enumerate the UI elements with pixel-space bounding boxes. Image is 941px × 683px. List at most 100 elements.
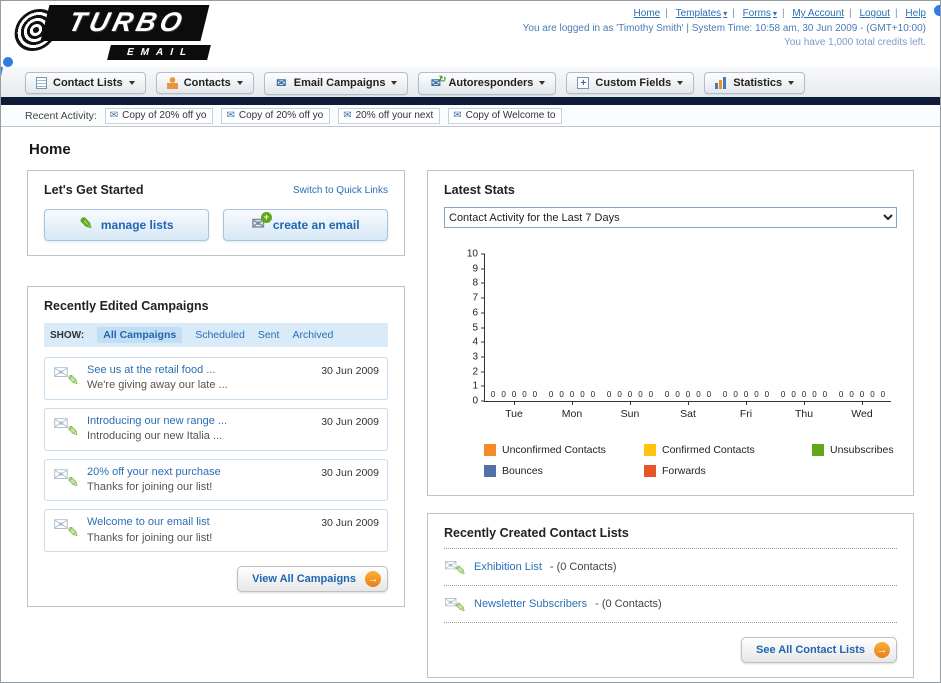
main-nav: Contact Lists Contacts ✉ Email Campaigns… — [1, 67, 940, 97]
contact-list-item[interactable]: ✉ ✎ Newsletter Subscribers - (0 Contacts) — [444, 586, 897, 623]
nav-link-label: Templates — [675, 8, 722, 19]
view-all-campaigns-button[interactable]: View All Campaigns → — [237, 566, 388, 593]
campaign-list-item[interactable]: ✉ ✎ 20% off your next purchase Thanks for… — [44, 458, 388, 502]
refresh-icon: ↻ — [438, 73, 447, 84]
nav-link-my-account[interactable]: My Account — [792, 8, 844, 19]
nav-link-templates[interactable]: Templates ▾ — [676, 8, 728, 19]
bar-value-label: 0 — [522, 390, 527, 399]
recent-activity-item[interactable]: ✉ Copy of 20% off yo — [104, 107, 214, 124]
nav-link-home[interactable]: Home — [634, 8, 661, 19]
campaign-list-item[interactable]: ✉ ✎ Introducing our new range ... Introdu… — [44, 407, 388, 451]
chart-group: 0 0 0 0 0 Thu — [775, 254, 833, 420]
contact-list-item[interactable]: ✉ ✎ Exhibition List - (0 Contacts) — [444, 549, 897, 586]
filter-tab-sent[interactable]: Sent — [258, 329, 280, 341]
nav-link-forms[interactable]: Forms ▾ — [743, 8, 777, 19]
nav-link-logout[interactable]: Logout — [859, 8, 890, 19]
button-label: create an email — [272, 218, 360, 232]
tab-email-campaigns[interactable]: ✉ Email Campaigns — [263, 71, 409, 95]
tab-statistics[interactable]: Statistics — [704, 72, 806, 94]
filter-tab-archived[interactable]: Archived — [292, 329, 333, 341]
y-axis-tick: 1 — [449, 381, 485, 392]
campaign-list-item[interactable]: ✉ ✎ See us at the retail food ... We're g… — [44, 357, 388, 400]
panel-title: Let's Get Started — [44, 183, 144, 197]
pencil-icon: ✎ — [67, 372, 79, 388]
legend-item: Forwards — [644, 465, 802, 477]
page-title: Home — [29, 141, 71, 158]
button-label: See All Contact Lists — [755, 644, 865, 656]
pencil-icon: ✎ — [455, 563, 466, 578]
bar-value-label: 0 — [743, 390, 749, 399]
legend-item: Unconfirmed Contacts — [484, 444, 634, 456]
chart-group: 0 0 0 0 0 Wed — [833, 254, 891, 420]
stats-range-select[interactable]: Contact Activity for the Last 7 Days — [444, 207, 897, 228]
bar-value-label: 0 — [764, 390, 770, 399]
tab-contact-lists[interactable]: Contact Lists — [25, 72, 146, 94]
y-axis-tick: 9 — [449, 263, 485, 274]
campaign-date: 30 Jun 2009 — [321, 365, 379, 377]
x-axis-label: Sun — [620, 408, 640, 420]
campaign-title-link[interactable]: Introducing our new range ... — [87, 414, 313, 429]
nav-link-help[interactable]: Help — [905, 8, 926, 19]
manage-lists-button[interactable]: ✎ manage lists — [44, 209, 209, 241]
legend-item: Unsubscribes — [812, 444, 897, 456]
campaign-date: 30 Jun 2009 — [321, 517, 379, 530]
tab-label: Statistics — [733, 77, 783, 89]
see-all-contact-lists-button[interactable]: See All Contact Lists → — [740, 637, 897, 663]
create-email-button[interactable]: ✉ + create an email — [223, 209, 388, 241]
legend-label: Unconfirmed Contacts — [502, 444, 606, 456]
bar-value-label: 0 — [722, 390, 728, 399]
recent-activity-item-label: Copy of 20% off yo — [122, 110, 207, 121]
nav-link-label: Forms — [742, 8, 771, 19]
tab-label: Contact Lists — [53, 77, 123, 89]
latest-stats-panel: Latest Stats Contact Activity for the La… — [427, 170, 914, 496]
switch-quick-links-link[interactable]: Switch to Quick Links — [293, 185, 388, 196]
bar-value-label: 0 — [627, 390, 633, 399]
custom-fields-icon: + — [577, 77, 590, 89]
filter-tab-scheduled[interactable]: Scheduled — [195, 329, 245, 341]
tab-label: Custom Fields — [595, 77, 672, 89]
contact-list-count: - (0 Contacts) — [595, 598, 662, 610]
y-axis-tick: 10 — [449, 249, 485, 260]
y-axis-tick: 7 — [449, 293, 485, 304]
chart-legend: Unconfirmed Contacts Confirmed Contacts Un… — [484, 444, 897, 477]
bar-value-label: 0 — [822, 390, 828, 399]
y-axis-tick: 0 — [449, 396, 485, 407]
legend-label: Forwards — [662, 465, 706, 477]
legend-label: Unsubscribes — [830, 444, 894, 456]
x-axis-label: Sat — [680, 408, 696, 420]
chevron-down-icon — [788, 81, 795, 85]
arrow-right-icon: → — [874, 642, 890, 658]
filter-tab-all-campaigns[interactable]: All Campaigns — [97, 327, 183, 343]
y-axis-tick: 5 — [449, 322, 485, 333]
campaign-list-item[interactable]: ✉ ✎ Welcome to our email list Thanks for … — [44, 509, 388, 553]
chevron-down-icon — [236, 81, 243, 85]
contact-list-name-link[interactable]: Newsletter Subscribers — [474, 598, 587, 610]
chart-plot-area: 10 9 8 7 6 5 4 3 2 1 0 0 0 0 0 0 Tue 0 0 0 0 0 Mon 0 0 0 0 0 Sun 0 0 0… — [467, 249, 891, 420]
autoresponders-icon: ✉ ↻ — [430, 73, 447, 90]
email-icon: ✉ — [453, 109, 462, 121]
recent-activity-item[interactable]: ✉ Copy of 20% off yo — [221, 107, 331, 124]
campaign-title-link[interactable]: 20% off your next purchase — [87, 465, 313, 480]
tab-contacts[interactable]: Contacts — [155, 72, 254, 94]
recently-created-contact-lists-panel: Recently Created Contact Lists ✉ ✎ Exhibi… — [427, 513, 914, 678]
recent-activity-item[interactable]: ✉ 20% off your next — [338, 107, 441, 124]
tab-custom-fields[interactable]: + Custom Fields — [566, 72, 695, 94]
chevron-down-icon: ▾ — [723, 9, 728, 18]
bar-value-label: 0 — [580, 390, 585, 399]
contact-list-name-link[interactable]: Exhibition List — [474, 561, 542, 573]
recent-activity-item[interactable]: ✉ Copy of Welcome to — [448, 107, 563, 124]
main-content: Home Let's Get Started Switch to Quick L… — [1, 127, 940, 678]
campaign-title-link[interactable]: See us at the retail food ... — [87, 363, 313, 378]
button-label: manage lists — [100, 218, 174, 232]
tab-autoresponders[interactable]: ✉ ↻ Autoresponders — [418, 71, 557, 95]
logo-title: TURBO — [40, 5, 210, 41]
legend-swatch — [484, 465, 496, 477]
bar-value-label: 0 — [880, 390, 886, 399]
bar-value-label: 0 — [675, 390, 680, 399]
bar-value-label: 0 — [870, 390, 875, 399]
campaign-title-link[interactable]: Welcome to our email list — [87, 515, 313, 530]
recent-activity-item-label: 20% off your next — [355, 110, 434, 121]
recently-edited-campaigns-panel: Recently Edited Campaigns SHOW: All Camp… — [27, 286, 405, 608]
right-column: Latest Stats Contact Activity for the La… — [427, 170, 914, 678]
recent-activity-item-label: Copy of 20% off yo — [238, 110, 324, 121]
